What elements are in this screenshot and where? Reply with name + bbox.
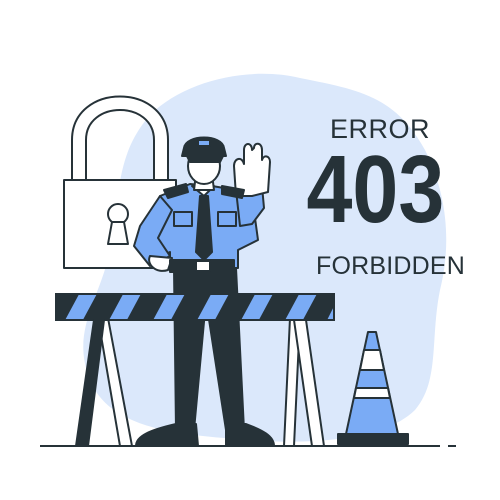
error-status: FORBIDDEN bbox=[316, 252, 466, 280]
barrier bbox=[55, 293, 335, 321]
illustration bbox=[40, 73, 456, 447]
error-code: 403 bbox=[306, 136, 445, 243]
